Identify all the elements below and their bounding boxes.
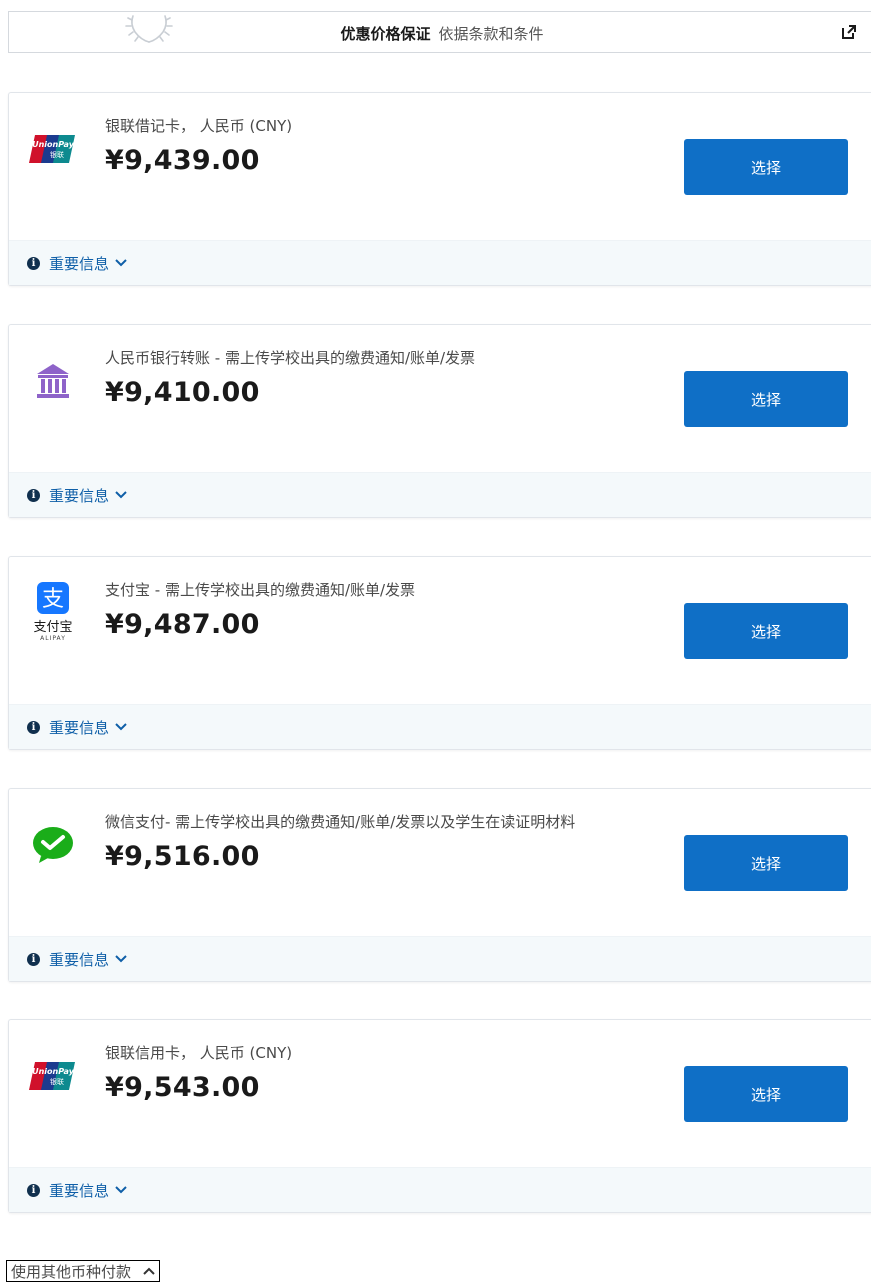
info-icon: i xyxy=(27,256,40,270)
select-button[interactable]: 选择 xyxy=(684,603,848,659)
svg-text:银联: 银联 xyxy=(50,150,64,159)
payment-option-bank-transfer: 人民币银行转账 - 需上传学校出具的缴费通知/账单/发票 ¥9,410.00 选… xyxy=(8,324,871,518)
payment-option-wechat-pay: 微信支付- 需上传学校出具的缴费通知/账单/发票以及学生在读证明材料 ¥9,51… xyxy=(8,788,871,982)
payment-price: ¥9,439.00 xyxy=(105,145,260,176)
wechat-pay-logo xyxy=(25,819,81,871)
payment-method-label: 人民币银行转账 - 需上传学校出具的缴费通知/账单/发票 xyxy=(105,349,476,367)
payment-method-label: 银联借记卡， 人民币 (CNY) xyxy=(105,117,293,135)
chevron-down-icon xyxy=(115,1186,127,1194)
chevron-down-icon xyxy=(115,955,127,963)
info-icon: i xyxy=(27,488,40,502)
unionpay-logo: UnionPay 银联 xyxy=(25,123,81,175)
chevron-down-icon xyxy=(115,491,127,499)
svg-text:UnionPay: UnionPay xyxy=(32,140,75,149)
banner-text: 优惠价格保证 依据条款和条件 xyxy=(9,23,871,44)
payment-option-unionpay-credit: UnionPay 银联 银联信用卡， 人民币 (CNY) ¥9,543.00 选… xyxy=(8,1019,871,1213)
important-info-toggle[interactable]: i 重要信息 xyxy=(9,704,871,749)
payment-method-label: 微信支付- 需上传学校出具的缴费通知/账单/发票以及学生在读证明材料 xyxy=(105,813,576,831)
external-link-icon[interactable] xyxy=(841,24,857,40)
select-button[interactable]: 选择 xyxy=(684,139,848,195)
svg-text:银联: 银联 xyxy=(50,1077,64,1086)
alipay-logo: 支 支付宝 ALIPAY xyxy=(25,577,81,647)
bank-icon xyxy=(25,355,81,407)
payment-option-unionpay-debit: UnionPay 银联 银联借记卡， 人民币 (CNY) ¥9,439.00 选… xyxy=(8,92,871,286)
select-button[interactable]: 选择 xyxy=(684,1066,848,1122)
info-icon: i xyxy=(27,720,40,734)
important-info-toggle[interactable]: i 重要信息 xyxy=(9,1167,871,1212)
other-currency-toggle[interactable]: 使用其他币种付款 xyxy=(6,1260,161,1282)
payment-option-alipay: 支 支付宝 ALIPAY 支付宝 - 需上传学校出具的缴费通知/账单/发票 ¥9… xyxy=(8,556,871,750)
important-info-label: 重要信息 xyxy=(49,718,110,737)
chevron-up-icon xyxy=(143,1267,155,1275)
info-icon: i xyxy=(27,952,40,966)
select-button[interactable]: 选择 xyxy=(684,371,848,427)
important-info-toggle[interactable]: i 重要信息 xyxy=(9,936,871,981)
payment-method-label: 支付宝 - 需上传学校出具的缴费通知/账单/发票 xyxy=(105,581,416,599)
important-info-toggle[interactable]: i 重要信息 xyxy=(9,472,871,517)
chevron-down-icon xyxy=(115,259,127,267)
banner-title: 优惠价格保证 xyxy=(340,25,431,43)
important-info-toggle[interactable]: i 重要信息 xyxy=(9,240,871,285)
select-button[interactable]: 选择 xyxy=(684,835,848,891)
important-info-label: 重要信息 xyxy=(49,1181,110,1200)
payment-price: ¥9,410.00 xyxy=(105,377,260,408)
chevron-down-icon xyxy=(115,723,127,731)
unionpay-logo: UnionPay 银联 xyxy=(25,1050,81,1102)
important-info-label: 重要信息 xyxy=(49,486,110,505)
payment-price: ¥9,516.00 xyxy=(105,841,260,872)
payment-price: ¥9,487.00 xyxy=(105,609,260,640)
other-currency-label: 使用其他币种付款 xyxy=(11,1262,132,1281)
alipay-logo-subtext: ALIPAY xyxy=(40,635,66,642)
svg-text:UnionPay: UnionPay xyxy=(32,1067,75,1076)
important-info-label: 重要信息 xyxy=(49,950,110,969)
alipay-logo-text: 支付宝 xyxy=(33,620,73,635)
payment-price: ¥9,543.00 xyxy=(105,1072,260,1103)
banner-subtitle: 依据条款和条件 xyxy=(438,25,544,43)
svg-text:支: 支 xyxy=(42,587,64,612)
important-info-label: 重要信息 xyxy=(49,254,110,273)
payment-method-label: 银联信用卡， 人民币 (CNY) xyxy=(105,1044,293,1062)
info-icon: i xyxy=(27,1183,40,1197)
price-guarantee-banner[interactable]: 优惠价格保证 依据条款和条件 xyxy=(8,11,871,53)
